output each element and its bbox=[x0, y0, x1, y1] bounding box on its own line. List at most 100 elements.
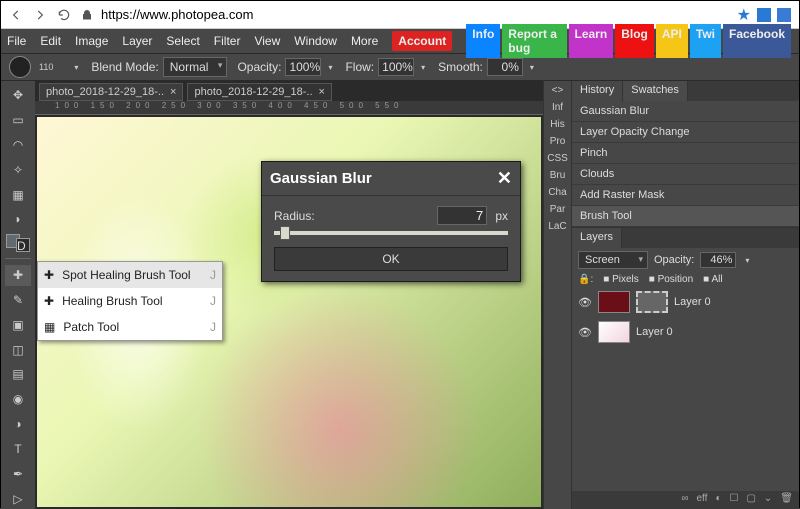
panel-tab-paragraph[interactable]: Par bbox=[550, 204, 566, 215]
layer-thumbnail[interactable] bbox=[598, 321, 630, 343]
flow-value[interactable]: 100% bbox=[378, 58, 414, 76]
brush-tool-icon[interactable]: ✎ bbox=[5, 290, 31, 311]
clone-tool-icon[interactable]: ▣ bbox=[5, 314, 31, 335]
panel-tab-history[interactable]: His bbox=[550, 119, 564, 130]
lock-icon[interactable]: 🔒: bbox=[578, 274, 593, 285]
radius-input[interactable] bbox=[437, 206, 487, 225]
opacity-caret-icon[interactable]: ▾ bbox=[325, 63, 335, 72]
folder-icon[interactable]: ▢ bbox=[746, 493, 755, 507]
layer-row[interactable]: 👁 Layer 0 bbox=[572, 287, 799, 317]
adjust-icon[interactable]: ☐ bbox=[729, 493, 738, 507]
menu-more[interactable]: More bbox=[351, 34, 378, 48]
blend-mode-select[interactable]: Normal bbox=[163, 57, 228, 77]
mask-thumbnail[interactable] bbox=[636, 291, 668, 313]
radius-slider[interactable] bbox=[274, 231, 508, 235]
ok-button[interactable]: OK bbox=[274, 247, 508, 271]
trash-icon[interactable]: 🗑 bbox=[780, 493, 793, 507]
panel-tab-channels[interactable]: Cha bbox=[548, 187, 566, 198]
layers-tab[interactable]: Layers bbox=[572, 228, 622, 249]
flyout-item-spot-healing[interactable]: ✚ Spot Healing Brush Tool J bbox=[38, 262, 222, 288]
menu-image[interactable]: Image bbox=[75, 34, 108, 48]
panel-tab-css[interactable]: CSS bbox=[547, 153, 568, 164]
eraser-tool-icon[interactable]: ◫ bbox=[5, 339, 31, 360]
opacity-value[interactable]: 100% bbox=[285, 58, 321, 76]
menu-select[interactable]: Select bbox=[166, 34, 199, 48]
fx-icon[interactable]: eff bbox=[697, 493, 708, 507]
address-bar[interactable]: https://www.photopea.com bbox=[81, 7, 727, 22]
panel-tab-properties[interactable]: Pro bbox=[550, 136, 566, 147]
dodge-tool-icon[interactable]: ◑ bbox=[5, 414, 31, 435]
tab-close-icon[interactable]: × bbox=[319, 86, 325, 98]
blur-tool-icon[interactable]: ◉ bbox=[5, 389, 31, 410]
blog-pill[interactable]: Blog bbox=[615, 24, 654, 58]
lock-pixels[interactable]: ■ Pixels bbox=[603, 274, 639, 285]
history-step[interactable]: Brush Tool bbox=[572, 206, 799, 227]
panel-tab-code[interactable]: <> bbox=[552, 85, 564, 96]
bookmark-star-icon[interactable]: ★ bbox=[737, 5, 751, 25]
info-pill[interactable]: Info bbox=[466, 24, 500, 58]
panel-tab-info[interactable]: Inf bbox=[552, 102, 563, 113]
history-step[interactable]: Gaussian Blur bbox=[572, 101, 799, 122]
eye-icon[interactable]: 👁 bbox=[578, 326, 592, 339]
smooth-value[interactable]: 0% bbox=[487, 58, 523, 76]
mask-icon[interactable]: ◐ bbox=[715, 493, 721, 507]
swatches-tab[interactable]: Swatches bbox=[623, 81, 688, 101]
extension-icon-2[interactable] bbox=[777, 8, 791, 22]
document-tab[interactable]: photo_2018-12-29_18-..× bbox=[39, 83, 183, 101]
color-swatch[interactable]: D bbox=[6, 234, 30, 252]
layer-opacity-value[interactable]: 46% bbox=[700, 252, 736, 268]
document-tab[interactable]: photo_2018-12-29_18-..× bbox=[187, 83, 331, 101]
lock-position[interactable]: ■ Position bbox=[649, 274, 693, 285]
pen-tool-icon[interactable]: ✒ bbox=[5, 463, 31, 484]
forward-icon[interactable] bbox=[33, 8, 47, 22]
back-icon[interactable] bbox=[9, 8, 23, 22]
close-icon[interactable]: ✕ bbox=[497, 168, 512, 189]
layer-thumbnail[interactable] bbox=[598, 291, 630, 313]
api-pill[interactable]: API bbox=[656, 24, 688, 58]
panel-tab-brush[interactable]: Bru bbox=[550, 170, 566, 181]
history-step[interactable]: Add Raster Mask bbox=[572, 185, 799, 206]
flow-caret-icon[interactable]: ▾ bbox=[418, 63, 428, 72]
extension-icon[interactable] bbox=[757, 8, 771, 22]
smooth-caret-icon[interactable]: ▾ bbox=[527, 63, 537, 72]
history-step[interactable]: Clouds bbox=[572, 164, 799, 185]
layer-row[interactable]: 👁 Layer 0 bbox=[572, 317, 799, 347]
twitter-pill[interactable]: Twi bbox=[690, 24, 721, 58]
move-tool-icon[interactable]: ✥ bbox=[5, 85, 31, 106]
link-icon[interactable]: ∞ bbox=[681, 493, 688, 507]
reload-icon[interactable] bbox=[57, 8, 71, 22]
brush-preview-icon[interactable] bbox=[9, 56, 31, 78]
account-button[interactable]: Account bbox=[392, 31, 452, 51]
menu-view[interactable]: View bbox=[254, 34, 280, 48]
eyedropper-tool-icon[interactable]: ◗ bbox=[5, 209, 31, 230]
history-step[interactable]: Layer Opacity Change bbox=[572, 122, 799, 143]
layer-blend-select[interactable]: Screen bbox=[578, 251, 648, 269]
slider-thumb-icon[interactable] bbox=[280, 226, 290, 240]
report-bug-pill[interactable]: Report a bug bbox=[502, 24, 566, 58]
learn-pill[interactable]: Learn bbox=[569, 24, 614, 58]
gradient-tool-icon[interactable]: ▤ bbox=[5, 364, 31, 385]
layer-name[interactable]: Layer 0 bbox=[674, 296, 711, 308]
lock-all[interactable]: ■ All bbox=[703, 274, 722, 285]
panel-tab-layercomp[interactable]: LaC bbox=[548, 221, 566, 232]
lasso-tool-icon[interactable]: ◠ bbox=[5, 135, 31, 156]
wand-tool-icon[interactable]: ✧ bbox=[5, 159, 31, 180]
healing-tool-icon[interactable]: ✚ bbox=[5, 265, 31, 286]
layer-opacity-caret-icon[interactable]: ▾ bbox=[742, 256, 752, 265]
eye-icon[interactable]: 👁 bbox=[578, 296, 592, 309]
menu-edit[interactable]: Edit bbox=[40, 34, 61, 48]
brush-dropdown-icon[interactable]: ▾ bbox=[71, 63, 81, 72]
newlayer-icon[interactable]: ⌄ bbox=[764, 493, 772, 507]
marquee-tool-icon[interactable]: ▭ bbox=[5, 110, 31, 131]
layer-name[interactable]: Layer 0 bbox=[636, 326, 673, 338]
type-tool-icon[interactable]: T bbox=[5, 439, 31, 460]
flyout-item-patch[interactable]: ▦ Patch Tool J bbox=[38, 314, 222, 340]
menu-layer[interactable]: Layer bbox=[122, 34, 152, 48]
tab-close-icon[interactable]: × bbox=[170, 86, 176, 98]
path-tool-icon[interactable]: ▷ bbox=[5, 488, 31, 509]
menu-file[interactable]: File bbox=[7, 34, 26, 48]
history-step[interactable]: Pinch bbox=[572, 143, 799, 164]
menu-window[interactable]: Window bbox=[294, 34, 337, 48]
history-tab[interactable]: History bbox=[572, 81, 623, 102]
facebook-pill[interactable]: Facebook bbox=[723, 24, 791, 58]
